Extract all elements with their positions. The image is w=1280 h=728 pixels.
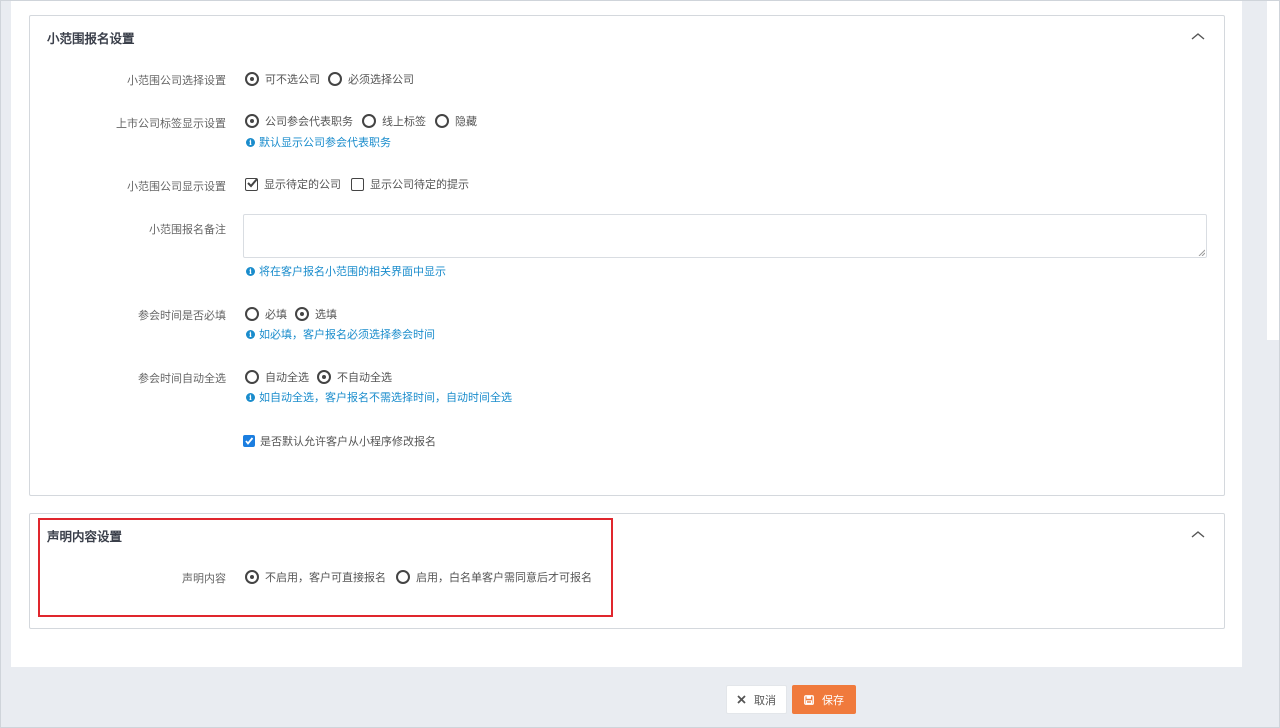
time-required-hint: i 如必填，客户报名必须选择参会时间 [246,326,435,342]
remark-hint: i 将在客户报名小范围的相关界面中显示 [246,263,446,279]
close-icon [737,695,746,704]
radio-required[interactable]: 必填 [245,306,287,322]
option-label: 必填 [265,308,287,321]
hint-text: 默认显示公司参会代表职务 [259,136,391,149]
radio-button[interactable] [362,114,376,128]
chevron-up-icon[interactable] [1191,31,1205,41]
remark-textarea[interactable] [243,214,1207,258]
checkbox[interactable] [351,177,364,191]
radio-required-company[interactable]: 必须选择公司 [328,71,414,87]
option-label: 隐藏 [455,115,477,128]
option-label: 可不选公司 [265,73,320,86]
listed-tag-hint: i 默认显示公司参会代表职务 [246,134,391,150]
info-icon: i [246,137,255,147]
chevron-up-icon[interactable] [1191,529,1205,539]
checkbox[interactable] [243,435,255,447]
radio-button[interactable] [435,114,449,128]
checkbox-show-pending-company[interactable]: 显示待定的公司 [245,176,341,192]
option-label: 显示待定的公司 [264,178,341,191]
radio-button[interactable] [245,72,259,86]
hint-text: 将在客户报名小范围的相关界面中显示 [259,265,446,278]
listed-tag-label: 上市公司标签显示设置 [116,117,226,130]
radio-statement-disabled[interactable]: 不启用，客户可直接报名 [245,569,386,585]
radio-button[interactable] [245,307,259,321]
radio-no-autoselect[interactable]: 不自动全选 [317,369,392,385]
info-icon: i [246,266,255,276]
panel-title: 小范围报名设置 [47,31,135,46]
checkmark-icon [247,177,258,187]
hint-text: 如必填，客户报名必须选择参会时间 [259,328,435,341]
time-autoselect-hint: i 如自动全选，客户报名不需选择时间，自动时间全选 [246,389,512,405]
remark-label: 小范围报名备注 [149,223,226,236]
radio-button[interactable] [245,570,259,584]
radio-representative-position[interactable]: 公司参会代表职务 [245,113,353,129]
radio-autoselect[interactable]: 自动全选 [245,369,309,385]
radio-button[interactable] [317,370,331,384]
option-label: 选填 [315,308,337,321]
company-select-label: 小范围公司选择设置 [127,74,226,87]
radio-button[interactable] [328,72,342,86]
checkbox[interactable] [245,177,258,191]
radio-statement-enabled[interactable]: 启用，白名单客户需同意后才可报名 [396,569,592,585]
option-label: 必须选择公司 [348,73,414,86]
radio-button[interactable] [245,114,259,128]
time-autoselect-label: 参会时间自动全选 [138,372,226,385]
company-display-label: 小范围公司显示设置 [127,180,226,193]
option-label: 自动全选 [265,371,309,384]
checkbox-allow-modify[interactable]: 是否默认允许客户从小程序修改报名 [243,433,436,449]
cancel-label: 取消 [754,693,776,707]
save-label: 保存 [822,693,844,707]
option-label: 显示公司待定的提示 [370,178,469,191]
resize-handle-icon[interactable] [1198,249,1205,256]
panel-title: 声明内容设置 [47,529,123,544]
option-label: 是否默认允许客户从小程序修改报名 [260,435,436,448]
radio-online-tag[interactable]: 线上标签 [362,113,426,129]
radio-button[interactable] [245,370,259,384]
option-label: 启用，白名单客户需同意后才可报名 [416,571,592,584]
radio-optional-company[interactable]: 可不选公司 [245,71,320,87]
option-label: 公司参会代表职务 [265,115,353,128]
statement-content-label: 声明内容 [182,572,226,585]
cancel-button[interactable]: 取消 [726,685,787,714]
radio-optional[interactable]: 选填 [295,306,337,322]
radio-hide[interactable]: 隐藏 [435,113,477,129]
time-required-label: 参会时间是否必填 [138,309,226,322]
radio-button[interactable] [396,570,410,584]
scrollbar-track[interactable] [1267,0,1280,340]
radio-button[interactable] [295,307,309,321]
hint-text: 如自动全选，客户报名不需选择时间，自动时间全选 [259,391,512,404]
checkbox-show-pending-hint[interactable]: 显示公司待定的提示 [351,176,469,192]
option-label: 不启用，客户可直接报名 [265,571,386,584]
option-label: 线上标签 [382,115,426,128]
info-icon: i [246,392,255,402]
save-icon [804,694,814,705]
option-label: 不自动全选 [337,371,392,384]
save-button[interactable]: 保存 [792,685,856,714]
checkmark-icon [245,437,254,445]
info-icon: i [246,329,255,339]
